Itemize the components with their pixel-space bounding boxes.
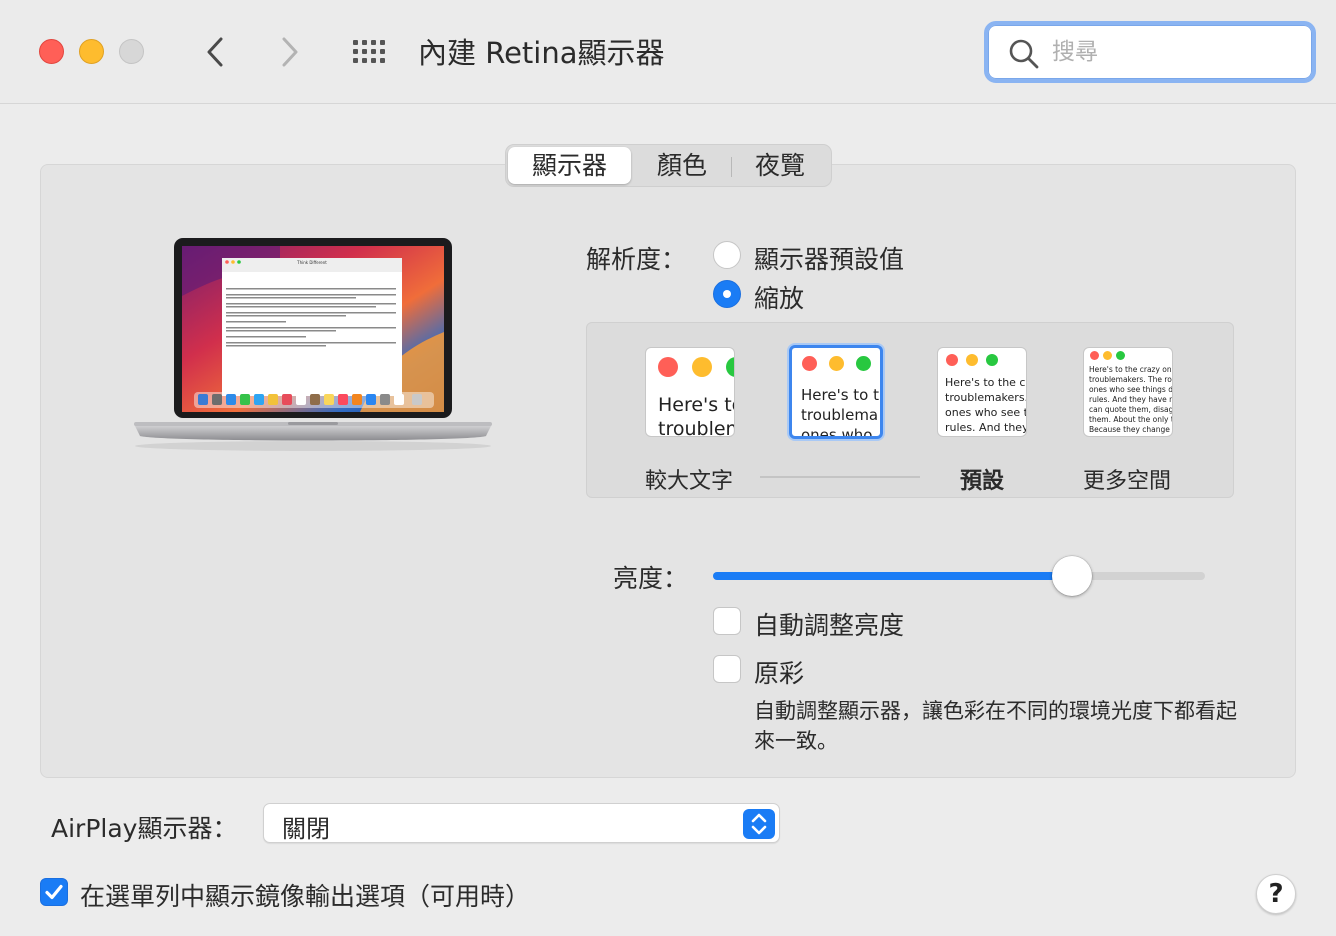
auto-brightness-label[interactable]: 自動調整亮度 (754, 606, 904, 642)
window-title: 內建 Retina顯示器 (418, 36, 665, 70)
scale-preview-more-space[interactable]: Here's to the crazy one troublemakers. T… (1083, 347, 1173, 437)
airplay-popup[interactable]: 關閉 (263, 803, 780, 843)
scale-preview-text: Here's to the cr troublemakers. ones who… (945, 376, 1027, 434)
scale-preview-text: Here's to the crazy one troublemakers. T… (1089, 365, 1173, 434)
minimize-button[interactable] (79, 39, 104, 64)
brightness-label: 亮度： (613, 564, 689, 593)
scale-preview-default[interactable]: Here's to the cr troublemakers. ones who… (937, 347, 1027, 437)
chevron-right-icon (282, 37, 298, 67)
resolution-scaled-label[interactable]: 縮放 (754, 279, 804, 315)
airplay-label: AirPlay顯示器： (51, 814, 238, 843)
airplay-value: 關閉 (282, 815, 330, 843)
macbook-preview-image: Think Different (130, 236, 496, 458)
scale-preview-medium[interactable]: Here's to t troublema ones who (789, 345, 883, 439)
checkmark-icon (45, 884, 63, 900)
auto-brightness-checkbox[interactable] (713, 607, 741, 635)
scale-preview-text: Here's to troublem (658, 394, 734, 437)
scale-divider-line (760, 476, 920, 478)
brightness-slider-knob[interactable] (1052, 556, 1092, 596)
show-all-button[interactable] (350, 34, 390, 70)
mirror-options-label[interactable]: 在選單列中顯示鏡像輸出選項（可用時） (80, 877, 530, 913)
back-button[interactable] (197, 32, 233, 72)
scale-preview-text: Here's to t troublema ones who (801, 386, 879, 439)
tab-color[interactable]: 顏色 (634, 145, 730, 188)
mirror-options-checkbox[interactable] (40, 878, 68, 906)
scale-label-default: 預設 (960, 469, 1005, 494)
scale-label-larger-text: 較大文字 (645, 469, 734, 494)
search-input[interactable] (1052, 35, 1292, 69)
resolution-default-radio[interactable] (713, 241, 741, 269)
laptop-doc-title: Think Different (296, 260, 327, 265)
scale-preview-larger-text[interactable]: Here's to troublem (645, 347, 735, 437)
brightness-slider-fill (713, 572, 1072, 580)
chevron-left-icon (207, 37, 223, 67)
forward-button[interactable] (272, 32, 308, 72)
resolution-scaled-radio[interactable] (713, 280, 741, 308)
tab-night-shift[interactable]: 夜覽 (730, 145, 830, 188)
help-button[interactable]: ? (1256, 874, 1296, 914)
resolution-label: 解析度： (586, 245, 687, 274)
tab-bar: 顯示器 顏色 夜覽 (505, 144, 832, 187)
true-tone-checkbox[interactable] (713, 655, 741, 683)
brightness-slider-track[interactable] (713, 572, 1205, 580)
zoom-button[interactable] (119, 39, 144, 64)
true-tone-label[interactable]: 原彩 (754, 654, 804, 690)
close-button[interactable] (39, 39, 64, 64)
chevron-updown-icon (743, 809, 775, 839)
true-tone-description: 自動調整顯示器，讓色彩在不同的環境光度下都看起來一致。 (754, 699, 1237, 753)
scale-label-more-space: 更多空間 (1083, 469, 1172, 494)
resolution-default-label[interactable]: 顯示器預設值 (754, 240, 904, 276)
toolbar: 內建 Retina顯示器 (0, 0, 1336, 104)
search-field[interactable] (984, 21, 1316, 83)
search-icon (1009, 39, 1039, 69)
tab-display[interactable]: 顯示器 (508, 147, 631, 184)
